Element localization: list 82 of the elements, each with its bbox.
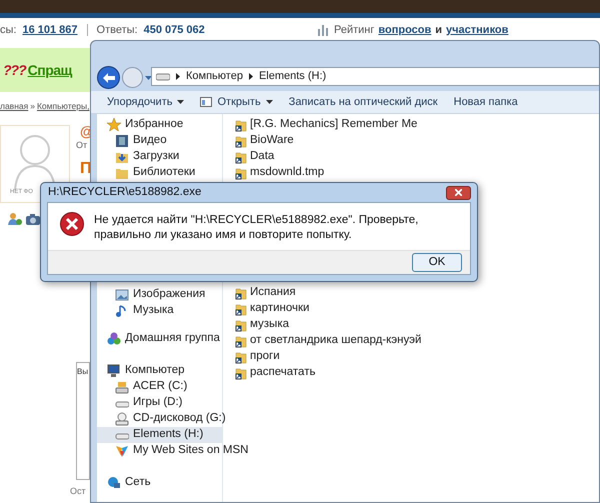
stat-link[interactable]: 16 101 867	[22, 22, 78, 38]
nav-item[interactable]: ACER (C:)	[97, 379, 222, 395]
downloads-icon	[115, 150, 129, 164]
rating-link[interactable]: вопросов	[378, 22, 432, 38]
back-arrow-icon	[102, 72, 114, 82]
window-icon	[200, 97, 212, 107]
nav-group-header[interactable]: Избранное	[97, 117, 222, 133]
network-icon	[107, 476, 121, 490]
toolbar-button[interactable]: Новая папка	[454, 94, 518, 110]
computer-icon	[107, 364, 121, 378]
ok-button[interactable]: OK	[412, 253, 462, 272]
nav-item[interactable]: Изображения	[97, 287, 222, 303]
reply-label: От	[76, 139, 88, 152]
nav-group-header[interactable]: Сеть	[97, 475, 222, 491]
error-message: Не удается найти "H:\RECYCLER\e5188982.exe". Проверьте, правильно ли указано имя и повторите попытку.	[94, 213, 420, 243]
dropdown-caret-icon	[145, 76, 152, 80]
library-icon	[115, 166, 129, 180]
nav-item[interactable]: Загрузки	[97, 149, 222, 165]
nav-group-header[interactable]: Компьютер	[97, 363, 222, 379]
msn-icon	[115, 444, 129, 458]
stat-link[interactable]: 450 075 062	[144, 22, 205, 38]
folder-shortcut-icon	[235, 318, 247, 332]
close-button[interactable]	[446, 186, 471, 200]
breadcrumb-arrow-icon	[176, 73, 180, 80]
error-icon	[60, 212, 84, 236]
folder-shortcut-icon	[235, 134, 247, 148]
nav-item[interactable]: Библиотеки	[97, 165, 222, 181]
images-icon	[115, 288, 129, 302]
box-label: Вы	[77, 366, 88, 378]
rating-label: Рейтинг	[334, 23, 374, 38]
folder-shortcut-icon	[235, 366, 247, 380]
file-item[interactable]: msdownld.tmp	[235, 165, 422, 181]
logo-mark: ???	[3, 60, 26, 80]
file-item[interactable]: BioWare	[235, 133, 422, 149]
toolbar-button[interactable]: Упорядочить	[107, 94, 184, 110]
folder-shortcut-icon	[235, 166, 247, 180]
file-item[interactable]: распечатать	[235, 365, 422, 381]
breadcrumb-arrow-icon	[248, 73, 253, 80]
video-icon	[115, 134, 129, 148]
footer-text: Ост	[70, 485, 86, 498]
file-item[interactable]: [R.G. Mechanics] Remember Me	[235, 117, 422, 133]
nav-item[interactable]: My Web Sites on MSN	[97, 443, 250, 459]
nav-item[interactable]: CD-дисковод (G:)	[97, 411, 228, 427]
rating-link[interactable]: участников	[446, 22, 508, 38]
address-bar[interactable]: Компьютер Elements (H:)	[151, 67, 599, 86]
chart-icon	[318, 24, 330, 36]
file-item[interactable]: Испания	[235, 285, 422, 301]
stat-label: сы:	[0, 23, 16, 38]
file-item[interactable]: картиночки	[235, 301, 422, 317]
nav-item[interactable]: Видео	[97, 133, 222, 149]
cd-icon	[115, 412, 129, 426]
homegroup-icon	[107, 332, 121, 346]
logo-text[interactable]: Спращ	[28, 60, 72, 80]
folder-shortcut-icon	[235, 150, 247, 164]
file-item[interactable]: проги	[235, 349, 422, 365]
nav-item[interactable]: Музыка	[97, 303, 222, 319]
folder-shortcut-icon	[235, 334, 247, 348]
breadcrumb-link[interactable]: лавная	[0, 100, 28, 113]
breadcrumb-separator: »	[30, 100, 35, 113]
toolbar-button[interactable]: Записать на оптический диск	[288, 94, 438, 110]
dialog-title: H:\RECYCLER\e5188982.exe	[47, 184, 202, 200]
breadcrumb-link[interactable]: Компьютеры,	[36, 100, 90, 113]
file-item[interactable]: Data	[235, 149, 422, 165]
path-segment[interactable]: Elements (H:)	[258, 68, 326, 85]
folder-shortcut-icon	[235, 286, 247, 300]
nav-item[interactable]: Elements (H:)	[97, 427, 222, 443]
nav-item[interactable]: Игры (D:)	[97, 395, 222, 411]
folder-shortcut-icon	[235, 350, 247, 364]
close-icon	[455, 189, 462, 196]
file-item[interactable]: от светландрика шепард-кэнуэй	[235, 333, 422, 349]
path-segment[interactable]: Компьютер	[186, 68, 243, 85]
people-icon	[8, 212, 22, 226]
nav-group-header[interactable]: Домашняя группа	[97, 331, 222, 347]
conjunction-text: и	[435, 23, 442, 38]
back-button[interactable]	[97, 66, 120, 89]
toolbar-button[interactable]: Открыть	[200, 94, 273, 110]
file-item[interactable]: музыка	[235, 317, 422, 333]
stat-label: Ответы:	[96, 23, 138, 38]
folder-shortcut-icon	[235, 118, 247, 132]
star-icon	[107, 118, 121, 132]
drive-icon	[156, 72, 170, 80]
folder-shortcut-icon	[235, 302, 247, 316]
